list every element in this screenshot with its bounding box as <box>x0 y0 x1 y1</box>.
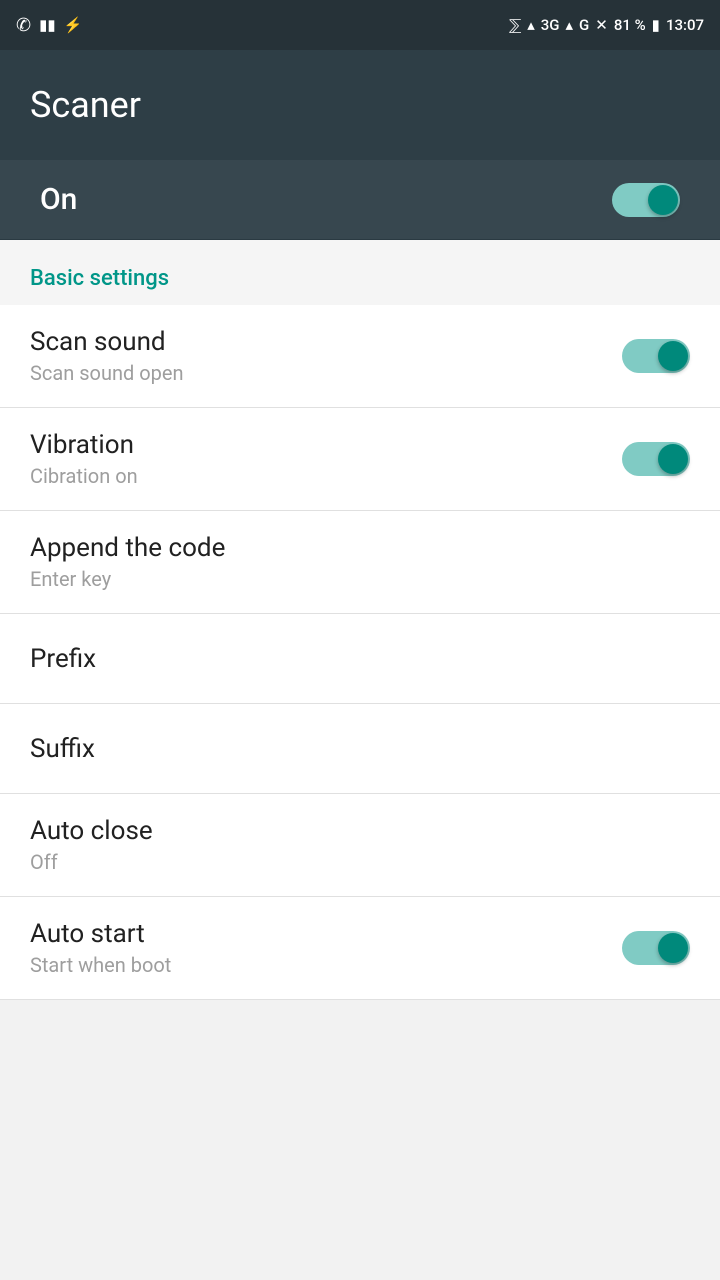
prefix-label: Prefix <box>30 644 96 674</box>
setting-text-auto-start: Auto start Start when boot <box>30 919 171 977</box>
vibration-desc: Cibration on <box>30 464 138 488</box>
vibration-knob <box>658 444 688 474</box>
status-right-icons: ⅀ ▴ 3G ▴ G ✕ 81 % ▮ 13:07 <box>509 16 704 34</box>
auto-start-desc: Start when boot <box>30 953 171 977</box>
network-g: G <box>579 16 589 34</box>
section-header: Basic settings <box>0 240 720 305</box>
battery-level: 81 % <box>614 16 646 34</box>
bluetooth-icon: ⅀ <box>509 16 521 34</box>
suffix-label: Suffix <box>30 734 95 764</box>
app-title: Scaner <box>30 84 141 126</box>
setting-item-vibration[interactable]: Vibration Cibration on <box>0 408 720 511</box>
vibration-label: Vibration <box>30 430 138 460</box>
setting-item-append-code[interactable]: Append the code Enter key <box>0 511 720 614</box>
app-bar: Scaner <box>0 50 720 160</box>
settings-content: Basic settings Scan sound Scan sound ope… <box>0 240 720 1000</box>
setting-text-append-code: Append the code Enter key <box>30 533 225 591</box>
status-bar: ✆ ▮▮ ⚡ ⅀ ▴ 3G ▴ G ✕ 81 % ▮ 13:07 <box>0 0 720 50</box>
setting-item-auto-start[interactable]: Auto start Start when boot <box>0 897 720 1000</box>
setting-text-suffix: Suffix <box>30 734 95 764</box>
setting-item-auto-close[interactable]: Auto close Off <box>0 794 720 897</box>
main-toggle-label: On <box>40 182 77 217</box>
append-code-label: Append the code <box>30 533 225 563</box>
wifi-icon: ▴ <box>527 16 535 34</box>
signal-icon: ▴ <box>566 16 574 34</box>
auto-close-desc: Off <box>30 850 153 874</box>
auto-close-label: Auto close <box>30 816 153 846</box>
setting-item-scan-sound[interactable]: Scan sound Scan sound open <box>0 305 720 408</box>
auto-start-knob <box>658 933 688 963</box>
auto-start-label: Auto start <box>30 919 171 949</box>
setting-text-auto-close: Auto close Off <box>30 816 153 874</box>
setting-text-vibration: Vibration Cibration on <box>30 430 138 488</box>
time-display: 13:07 <box>666 16 704 34</box>
append-code-desc: Enter key <box>30 567 225 591</box>
setting-text-prefix: Prefix <box>30 644 96 674</box>
scan-sound-knob <box>658 341 688 371</box>
auto-start-toggle[interactable] <box>622 931 690 965</box>
section-title: Basic settings <box>30 266 169 291</box>
main-toggle-row[interactable]: On <box>0 160 720 240</box>
phone-icon: ✆ <box>16 15 31 36</box>
network-x-icon: ✕ <box>595 16 608 34</box>
setting-item-prefix[interactable]: Prefix <box>0 614 720 704</box>
setting-text-scan-sound: Scan sound Scan sound open <box>30 327 184 385</box>
vibration-toggle[interactable] <box>622 442 690 476</box>
scan-sound-label: Scan sound <box>30 327 184 357</box>
flash-icon: ⚡ <box>64 16 83 34</box>
status-left-icons: ✆ ▮▮ ⚡ <box>16 15 82 36</box>
main-toggle-knob <box>648 185 678 215</box>
barcode-icon: ▮▮ <box>39 16 56 34</box>
main-toggle-switch[interactable] <box>612 183 680 217</box>
network-3g: 3G <box>541 16 560 34</box>
battery-icon: ▮ <box>652 16 660 34</box>
scan-sound-desc: Scan sound open <box>30 361 184 385</box>
scan-sound-toggle[interactable] <box>622 339 690 373</box>
setting-item-suffix[interactable]: Suffix <box>0 704 720 794</box>
